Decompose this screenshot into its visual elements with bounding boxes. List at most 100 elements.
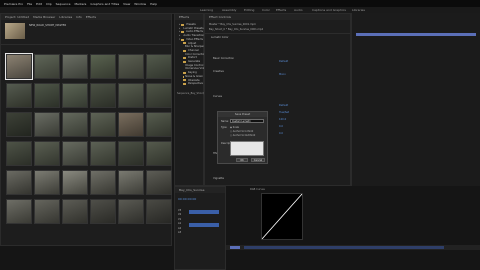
section-vignette[interactable]: Vignette — [213, 177, 224, 180]
workspace-color[interactable]: Color — [262, 8, 270, 12]
tab-effects-browser[interactable]: Effects — [179, 15, 189, 19]
clip-thumbnail[interactable] — [6, 83, 32, 108]
menu-graphics[interactable]: Graphics and Titles — [90, 2, 119, 6]
clip-thumbnail[interactable] — [6, 170, 32, 195]
clip-thumbnail[interactable] — [34, 54, 60, 79]
clip-thumbnail[interactable] — [6, 199, 32, 224]
clip-thumbnail[interactable] — [6, 141, 32, 166]
clip-thumbnail[interactable] — [34, 199, 60, 224]
clip-thumbnail[interactable] — [118, 141, 144, 166]
section-lumetri[interactable]: Lumetri Color — [211, 36, 229, 39]
menu-clip[interactable]: Clip — [46, 2, 52, 6]
folder-icon — [181, 38, 185, 41]
value-field[interactable]: 0.0 — [279, 132, 283, 135]
clip-thumbnail[interactable] — [62, 112, 88, 137]
tab-effects[interactable]: Effects — [86, 15, 96, 19]
clip-thumbnail[interactable] — [90, 170, 116, 195]
menu-markers[interactable]: Markers — [74, 2, 86, 6]
tab-media-browser[interactable]: Media Browser — [33, 15, 55, 19]
menu-sequence[interactable]: Sequence — [56, 2, 71, 6]
workspace-assembly[interactable]: Assembly — [222, 8, 236, 12]
save-preset-dialog: Save Preset Name: Custom Lumetri Type: ◉… — [217, 111, 268, 164]
ok-button[interactable]: OK — [236, 158, 248, 162]
track-header[interactable]: A1 — [178, 222, 181, 226]
clip-thumbnail[interactable] — [62, 141, 88, 166]
clip-thumbnail[interactable] — [62, 54, 88, 79]
description-textarea[interactable] — [230, 141, 264, 156]
clip-thumbnail[interactable] — [146, 112, 172, 137]
effect-controls-timeline[interactable] — [351, 13, 480, 186]
clip-thumbnail[interactable] — [34, 83, 60, 108]
clip-thumbnail[interactable] — [146, 83, 172, 108]
clip-thumbnail[interactable] — [62, 199, 88, 224]
clip-thumbnail[interactable] — [146, 199, 172, 224]
tab-sequence[interactable]: Bay_Chs_Sunrise — [179, 188, 204, 192]
clip-thumbnail[interactable] — [62, 83, 88, 108]
workspace-libraries[interactable]: Libraries — [352, 8, 365, 12]
value-field[interactable]: Mono — [279, 73, 286, 76]
clip-thumbnail[interactable] — [5, 53, 33, 80]
source-label: Master * Bay_Chs_Sunrise_0001.mp4 — [209, 23, 256, 26]
clip-bar[interactable] — [356, 33, 476, 36]
curve-line-icon — [261, 193, 303, 240]
workspace-captions[interactable]: Captions and Graphics — [312, 8, 346, 12]
preset-name-input[interactable]: Custom Lumetri — [230, 119, 264, 123]
clip-thumbnail[interactable] — [90, 54, 116, 79]
name-label: Name: — [221, 120, 229, 123]
menu-view[interactable]: View — [123, 2, 130, 6]
tab-info[interactable]: Info — [76, 15, 82, 19]
cancel-button[interactable]: Cancel — [251, 158, 265, 162]
workspace-editing[interactable]: Editing — [244, 8, 254, 12]
clip-thumbnail[interactable] — [118, 83, 144, 108]
folder-icon — [181, 31, 184, 34]
value-field[interactable]: Default — [279, 104, 288, 107]
workspace-audio[interactable]: Audio — [294, 8, 303, 12]
clip-thumbnail[interactable] — [146, 170, 172, 195]
timecode-display[interactable]: 00:00:00:00 — [178, 197, 196, 201]
clip-thumbnail[interactable] — [90, 112, 116, 137]
section-basic[interactable]: Basic Correction — [213, 57, 234, 60]
tab-effect-controls[interactable]: Effect Controls — [209, 15, 231, 19]
clip-thumbnail[interactable] — [118, 170, 144, 195]
value-field[interactable]: 0.0 — [279, 125, 283, 128]
tree-item-label: Perspective — [187, 82, 203, 86]
value-field[interactable]: 100.0 — [279, 118, 286, 121]
section-curves[interactable]: Curves — [213, 95, 222, 98]
clip-thumbnail[interactable] — [90, 83, 116, 108]
clip-thumbnail[interactable] — [90, 199, 116, 224]
folder-icon — [181, 23, 185, 26]
workspace-learning[interactable]: Learning — [200, 8, 213, 12]
app-menu[interactable]: Premiere Pro — [4, 2, 23, 6]
clip-thumbnail[interactable] — [118, 112, 144, 137]
clip-marker[interactable] — [230, 246, 240, 249]
section-creative[interactable]: Creative — [213, 70, 224, 73]
type-option-scale[interactable]: ◉ Scale — [230, 126, 239, 129]
clip-thumbnail[interactable] — [118, 54, 144, 79]
value-field[interactable]: Default — [279, 60, 288, 63]
clip-thumbnail[interactable] — [146, 54, 172, 79]
type-option-anchor-in[interactable]: ○ Anchor to In Point — [230, 130, 253, 133]
track-header[interactable]: A3 — [178, 231, 181, 235]
clip-strip[interactable] — [244, 246, 444, 249]
tab-project[interactable]: Project: Untitled — [5, 15, 29, 19]
clip-thumbnail[interactable] — [6, 112, 32, 137]
menu-window[interactable]: Window — [134, 2, 146, 6]
menu-file[interactable]: File — [27, 2, 32, 6]
clip-thumbnail[interactable] — [34, 141, 60, 166]
clip-thumbnail[interactable] — [34, 170, 60, 195]
type-option-anchor-out[interactable]: ○ Anchor to Out Point — [230, 134, 255, 137]
curves-graph[interactable] — [261, 193, 303, 240]
menu-edit[interactable]: Edit — [36, 2, 42, 6]
tab-libraries[interactable]: Libraries — [59, 15, 72, 19]
clip-thumbnail[interactable] — [146, 141, 172, 166]
tree-item[interactable]: Perspective — [175, 82, 203, 86]
clip-thumbnail[interactable] — [62, 170, 88, 195]
clip-thumbnail[interactable] — [90, 141, 116, 166]
bottom-ruler[interactable] — [226, 245, 480, 250]
folder-icon — [183, 83, 186, 86]
value-field[interactable]: Hue/Sat — [279, 111, 289, 114]
workspace-effects[interactable]: Effects — [276, 8, 286, 12]
clip-thumbnail[interactable] — [34, 112, 60, 137]
menu-help[interactable]: Help — [150, 2, 157, 6]
clip-thumbnail[interactable] — [118, 199, 144, 224]
